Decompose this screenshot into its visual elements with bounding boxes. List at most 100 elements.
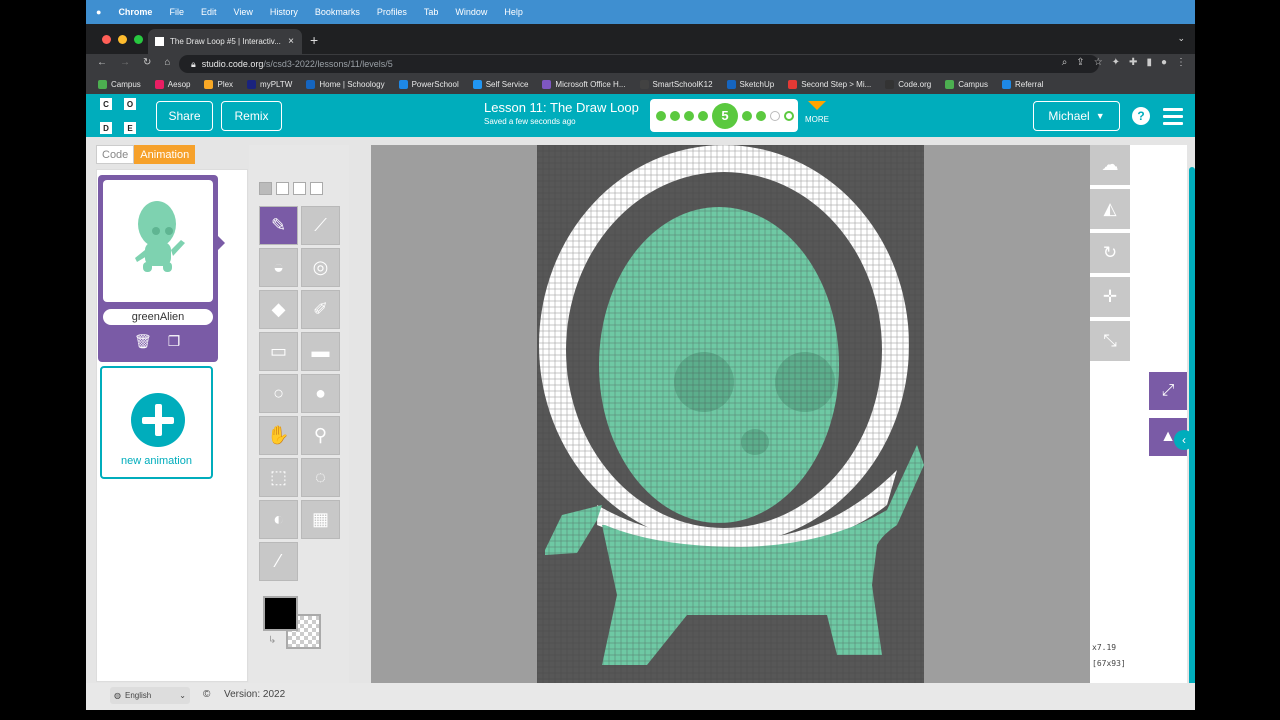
bookmark-item[interactable]: Campus <box>945 79 988 89</box>
sidebar-icon[interactable]: ▮ <box>1146 57 1152 68</box>
bookmark-item[interactable]: Home | Schoology <box>306 79 385 89</box>
close-window-button[interactable] <box>102 35 111 44</box>
bookmark-item[interactable]: Aesop <box>154 79 190 89</box>
paint-bucket-tool-icon[interactable]: ◒ <box>259 248 298 287</box>
duplicate-icon[interactable]: ❐ <box>168 333 181 350</box>
bookmark-item[interactable]: myPLTW <box>247 79 292 89</box>
menu-window[interactable]: Window <box>455 7 487 17</box>
eraser-tool-icon[interactable]: ◆ <box>259 290 298 329</box>
onion-skin-icon[interactable]: ☁ <box>1090 145 1130 185</box>
eyedropper-tool-icon[interactable]: ⁄ <box>259 542 298 581</box>
ellipse-filled-tool-icon[interactable]: ● <box>301 374 340 413</box>
shape-editor-tool-icon[interactable]: ◐ <box>259 500 298 539</box>
new-tab-button[interactable]: + <box>310 32 318 48</box>
trash-icon[interactable]: 🗑︎ <box>134 333 152 350</box>
path-tool-icon[interactable]: ✐ <box>301 290 340 329</box>
level-dot[interactable] <box>742 110 752 121</box>
apple-icon[interactable]: ● <box>96 7 101 17</box>
search-icon[interactable]: ⌕ <box>1062 57 1068 68</box>
bookmark-item[interactable]: Referral <box>1001 79 1043 89</box>
animation-name-field[interactable]: greenAlien <box>103 309 213 325</box>
remix-button[interactable]: Remix <box>221 101 282 131</box>
level-dot[interactable] <box>756 110 766 121</box>
tab-close-icon[interactable]: × <box>288 36 294 47</box>
profile-avatar[interactable]: ● <box>1161 57 1167 68</box>
rectangle-filled-tool-icon[interactable]: ▬ <box>301 332 340 371</box>
level-dot[interactable] <box>656 110 666 121</box>
flip-horizontal-icon[interactable]: ◭ <box>1090 189 1130 229</box>
menu-tab[interactable]: Tab <box>424 7 439 17</box>
menu-edit[interactable]: Edit <box>201 7 217 17</box>
copyright-icon[interactable]: © <box>203 689 210 700</box>
brush-size-option[interactable] <box>259 182 272 195</box>
zoom-window-button[interactable] <box>134 35 143 44</box>
pencil-tool-icon[interactable]: ✎ <box>259 206 298 245</box>
help-icon[interactable]: ? <box>1132 107 1150 125</box>
bookmark-item[interactable]: PowerSchool <box>398 79 459 89</box>
bookmark-item[interactable]: SketchUp <box>726 79 774 89</box>
fit-to-screen-icon[interactable]: ⤢ <box>1149 372 1187 410</box>
more-levels-button[interactable]: MORE <box>802 101 832 131</box>
bookmark-item[interactable]: Campus <box>98 79 141 89</box>
level-dot[interactable] <box>770 110 780 121</box>
bookmark-item[interactable]: Plex <box>204 79 233 89</box>
bookmark-item[interactable]: SmartSchoolK12 <box>639 79 713 89</box>
share-button[interactable]: Share <box>156 101 213 131</box>
extension-icon[interactable]: ✦ <box>1112 57 1120 68</box>
bookmark-item[interactable]: Microsoft Office H... <box>542 79 626 89</box>
menu-view[interactable]: View <box>233 7 252 17</box>
puzzle-icon[interactable]: ✚ <box>1129 57 1137 68</box>
language-select[interactable]: ◍ English ⌄ <box>110 687 190 704</box>
crop-icon[interactable]: ✛ <box>1090 277 1130 317</box>
level-dot[interactable] <box>670 110 680 121</box>
hamburger-menu-icon[interactable] <box>1163 108 1183 129</box>
tab-search-chevron-icon[interactable]: ⌄ <box>1177 33 1185 44</box>
user-menu[interactable]: Michael ▼ <box>1033 101 1120 131</box>
menu-profiles[interactable]: Profiles <box>377 7 407 17</box>
animation-card-selected[interactable]: greenAlien 🗑︎ ❐ <box>98 175 218 362</box>
swap-colors-icon[interactable]: ↳ <box>268 635 276 646</box>
rectangle-select-tool-icon[interactable]: ⬚ <box>259 458 298 497</box>
level-dot[interactable] <box>784 110 794 121</box>
ellipse-outline-tool-icon[interactable]: ○ <box>259 374 298 413</box>
lasso-select-tool-icon[interactable]: ◌ <box>301 458 340 497</box>
reload-icon[interactable]: ↻ <box>143 57 151 68</box>
browser-tab[interactable]: The Draw Loop #5 | Interactiv... × <box>148 29 302 54</box>
level-dot[interactable] <box>684 110 694 121</box>
brush-size-option[interactable] <box>293 182 306 195</box>
minimize-window-button[interactable] <box>118 35 127 44</box>
menu-bookmarks[interactable]: Bookmarks <box>315 7 360 17</box>
collapse-chevron-icon[interactable]: ‹ <box>1174 430 1194 450</box>
spray-tool-icon[interactable]: ◎ <box>301 248 340 287</box>
bookmark-item[interactable]: Code.org <box>885 79 931 89</box>
brush-size-option[interactable] <box>276 182 289 195</box>
new-animation-button[interactable]: new animation <box>100 366 213 479</box>
forward-icon[interactable]: → <box>120 57 130 68</box>
kebab-menu-icon[interactable]: ⋮ <box>1176 57 1186 68</box>
magic-wand-tool-icon[interactable]: ⚲ <box>301 416 340 455</box>
line-brush-tool-icon[interactable]: ⟋ <box>301 206 340 245</box>
rotate-icon[interactable]: ↻ <box>1090 233 1130 273</box>
sprite-canvas[interactable] <box>537 145 924 683</box>
brush-size-option[interactable] <box>310 182 323 195</box>
share-icon[interactable]: ⇪ <box>1076 57 1084 68</box>
home-icon[interactable]: ⌂ <box>164 57 170 68</box>
code-org-logo[interactable]: CO DE <box>100 98 136 134</box>
menu-help[interactable]: Help <box>504 7 523 17</box>
animation-thumbnail[interactable] <box>103 180 213 302</box>
menu-app-name[interactable]: Chrome <box>118 7 152 17</box>
drawing-canvas-area[interactable] <box>371 145 1090 683</box>
back-icon[interactable]: ← <box>97 57 107 68</box>
code-mode-tab[interactable]: Code <box>96 145 135 164</box>
url-field[interactable]: 🔒︎ studio.code.org/s/csd3-2022/lessons/1… <box>179 55 1099 73</box>
panel-collapse-tab[interactable] <box>1189 167 1195 687</box>
dither-tool-icon[interactable]: ▦ <box>301 500 340 539</box>
current-level-bubble[interactable]: 5 <box>712 102 738 129</box>
bookmark-star-icon[interactable]: ☆ <box>1094 57 1103 68</box>
menu-history[interactable]: History <box>270 7 298 17</box>
animation-mode-tab[interactable]: Animation <box>134 145 196 164</box>
bookmark-item[interactable]: Self Service <box>472 79 528 89</box>
menu-file[interactable]: File <box>169 7 184 17</box>
primary-color-swatch[interactable] <box>263 596 298 631</box>
bookmark-item[interactable]: Second Step > Mi... <box>788 79 871 89</box>
